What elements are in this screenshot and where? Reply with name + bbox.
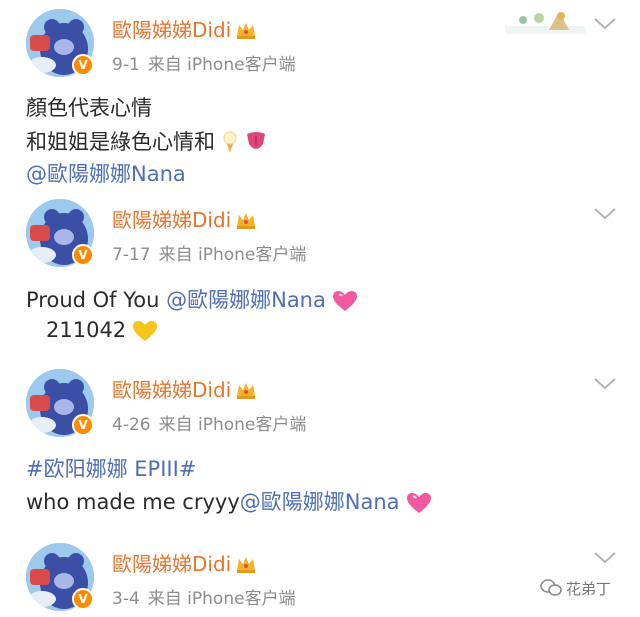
post-meta: 7-17 来自 iPhone客户端 — [112, 240, 306, 265]
user-name[interactable]: 歐陽娣娣Didi — [112, 14, 257, 43]
post-source: 来自 iPhone客户端 — [158, 415, 307, 435]
post-text-line: 顏色代表心情 — [26, 96, 152, 120]
watermark: 花弟丁 — [540, 578, 611, 599]
chevron-down-icon[interactable] — [592, 376, 618, 392]
post-text-line: 211042 — [46, 318, 158, 342]
crown-icon — [237, 557, 256, 573]
post-source: 来自 iPhone客户端 — [147, 589, 296, 609]
mention-link[interactable]: @歐陽娜娜Nana — [26, 158, 186, 188]
post-date: 3-4 — [112, 589, 140, 609]
ice-cream-icon — [223, 131, 237, 153]
yellow-heart-icon — [133, 321, 158, 341]
chevron-down-icon[interactable] — [592, 206, 618, 222]
crown-icon — [237, 383, 256, 399]
verified-badge: V — [72, 588, 94, 610]
crown-icon — [237, 23, 256, 39]
verified-badge: V — [72, 414, 94, 436]
post-meta: 3-4 来自 iPhone客户端 — [112, 584, 296, 609]
verified-badge: V — [72, 244, 94, 266]
chevron-down-icon[interactable] — [592, 550, 618, 566]
chevron-down-icon[interactable] — [592, 16, 618, 32]
verified-badge: V — [72, 54, 94, 76]
mention-link[interactable]: @歐陽娜娜Nana — [166, 288, 326, 312]
tongue-icon — [247, 132, 265, 149]
post-meta: 9-1 来自 iPhone客户端 — [112, 50, 296, 75]
pink-heart-icon — [406, 493, 431, 513]
sticker-image — [505, 12, 585, 34]
crown-icon — [237, 213, 256, 229]
post-text-line: 和姐姐是綠色心情和 — [26, 126, 267, 156]
wechat-icon — [540, 579, 562, 596]
post-text-line: who made me cryyy@歐陽娜娜Nana — [26, 486, 432, 516]
post-source: 来自 iPhone客户端 — [147, 55, 296, 75]
post-date: 4-26 — [112, 415, 151, 435]
post-text-line: Proud Of You @歐陽娜娜Nana — [26, 284, 358, 314]
user-name[interactable]: 歐陽娣娣Didi — [112, 548, 257, 577]
post-date: 7-17 — [112, 245, 151, 265]
mention-link[interactable]: @歐陽娜娜Nana — [240, 490, 400, 514]
post-meta: 4-26 来自 iPhone客户端 — [112, 410, 306, 435]
post-source: 来自 iPhone客户端 — [158, 245, 307, 265]
user-name[interactable]: 歐陽娣娣Didi — [112, 374, 257, 403]
pink-heart-icon — [332, 291, 357, 311]
post-date: 9-1 — [112, 55, 140, 75]
user-name[interactable]: 歐陽娣娣Didi — [112, 204, 257, 233]
topic-hashtag-link[interactable]: #欧阳娜娜 EPIII# — [26, 453, 196, 483]
